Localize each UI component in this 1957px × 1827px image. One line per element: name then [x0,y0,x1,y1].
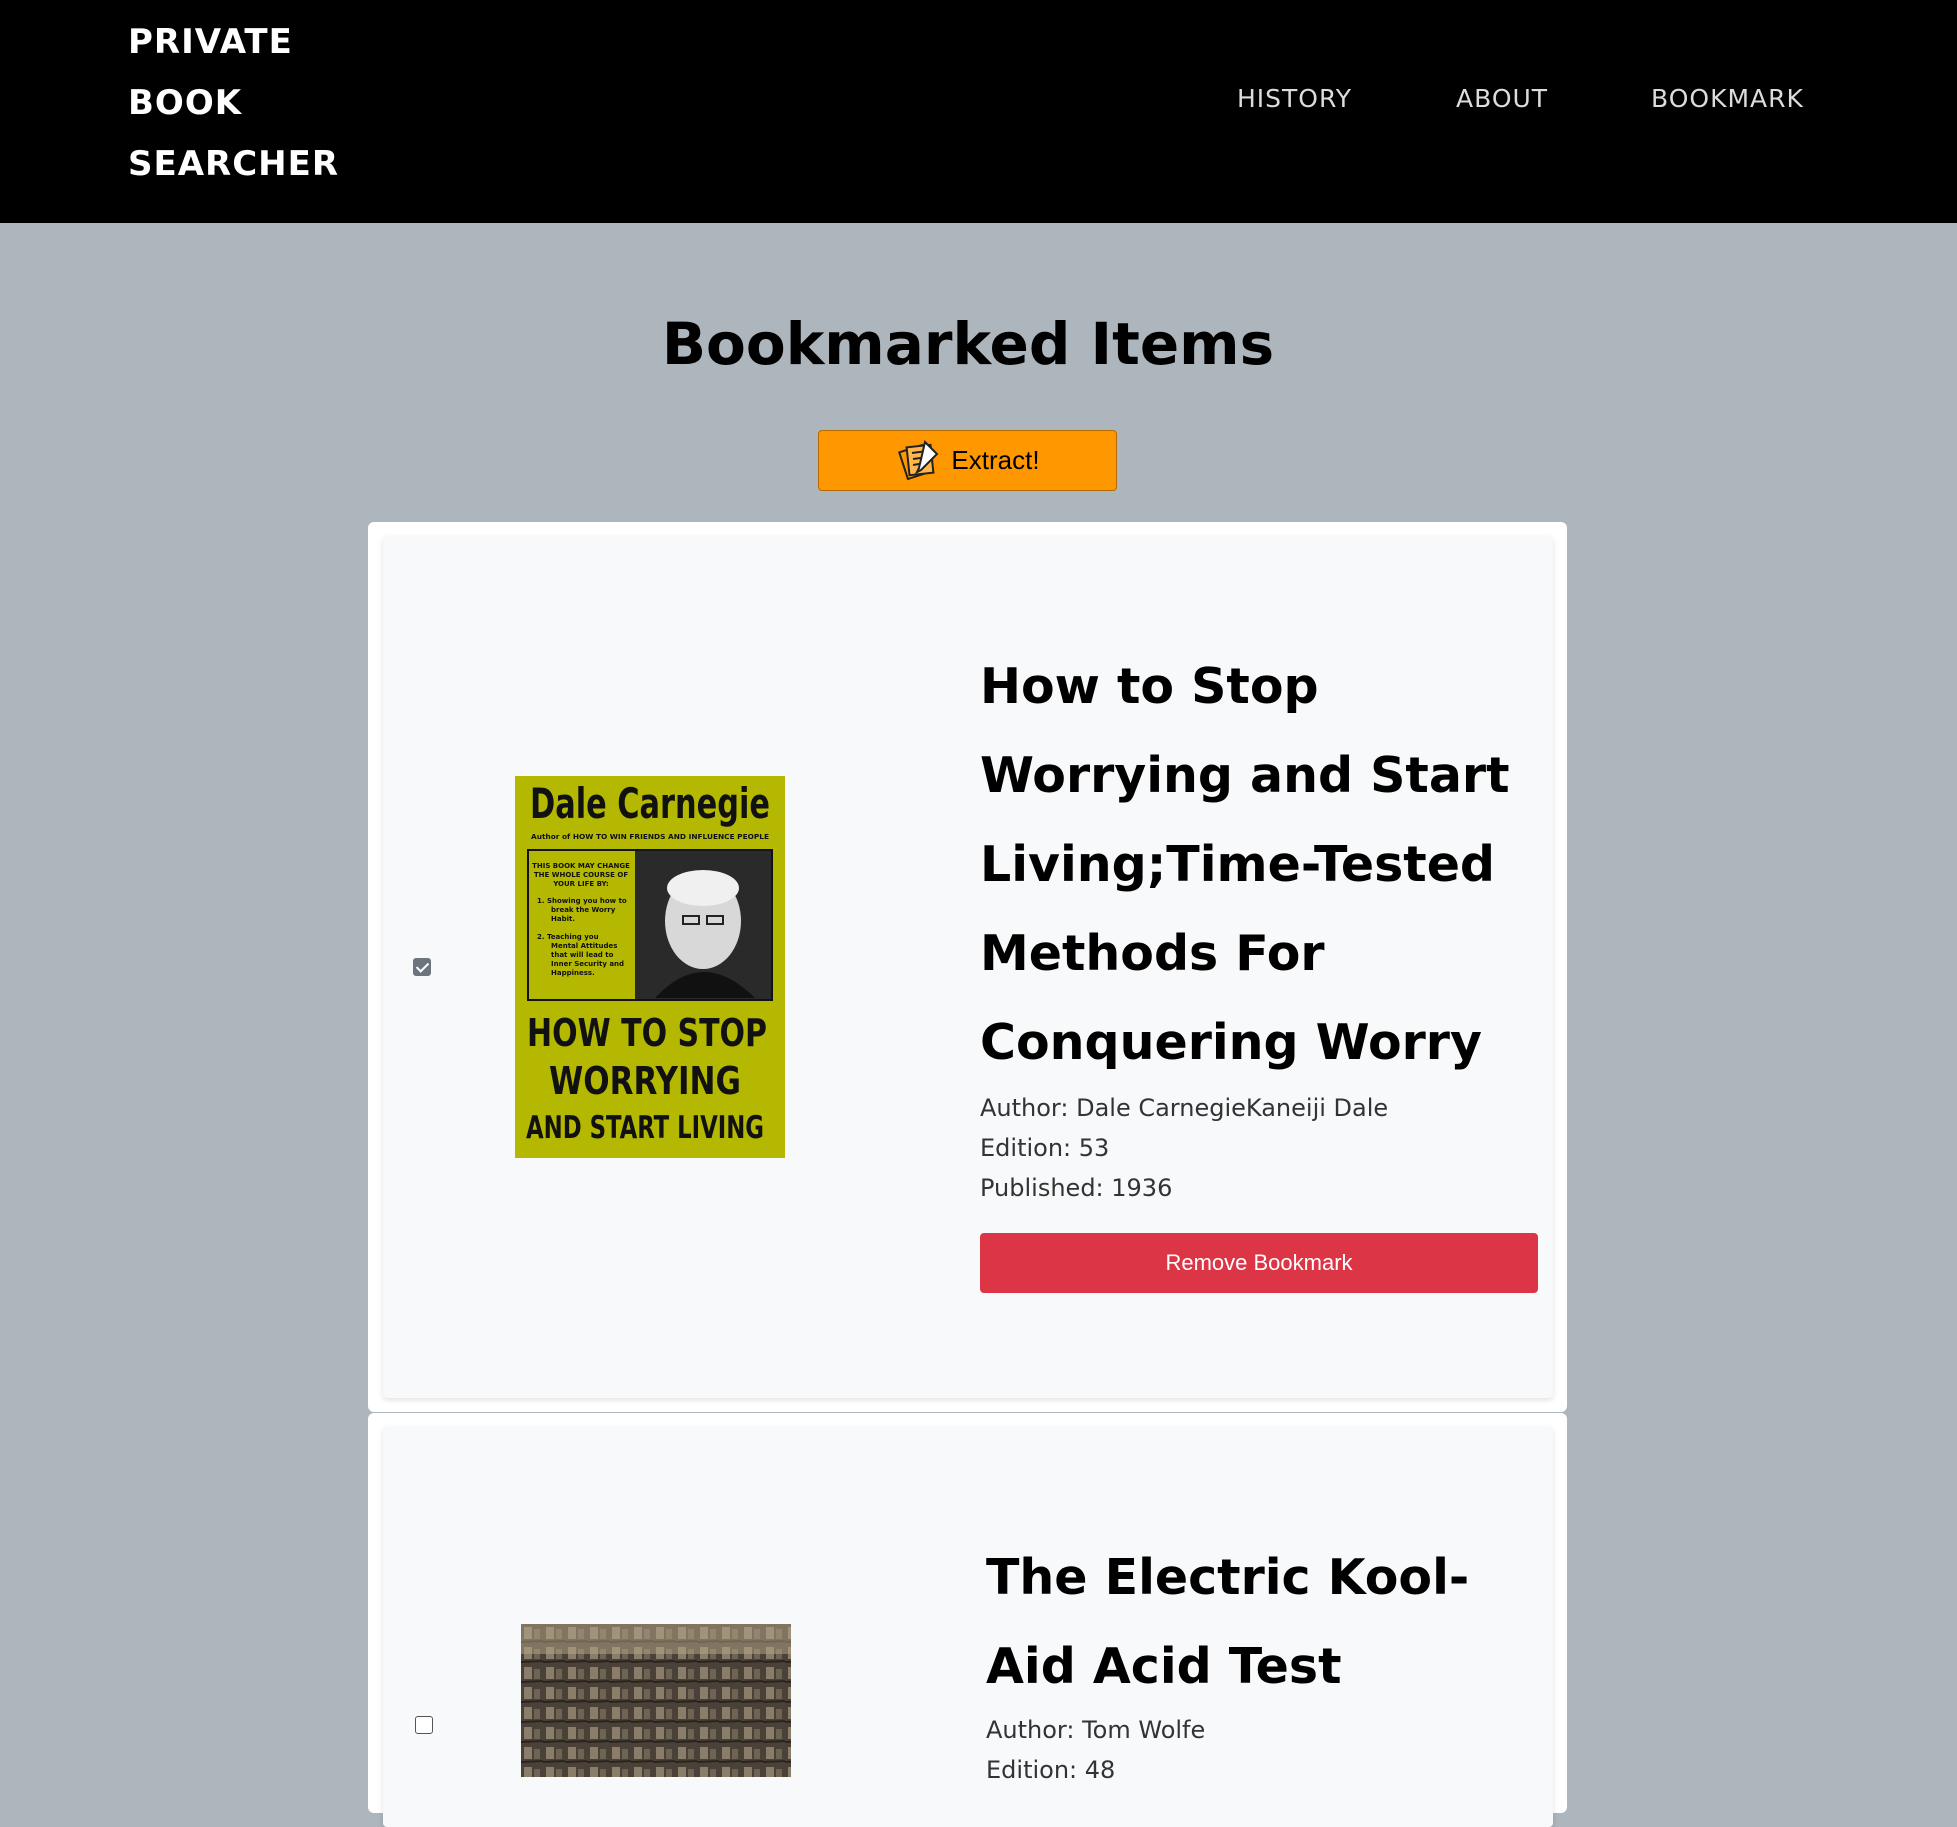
cover-title-line: AND START LIVING [526,1110,764,1146]
cover-author: Dale Carnegie [530,779,770,828]
cover-blurb-line: THE WHOLE COURSE OF [534,871,628,879]
cover-blurb-line: Habit. [551,915,575,923]
cover-blurb-line: 2. Teaching you [537,933,599,941]
brand-line: BOOK [128,83,243,123]
book-title: How to Stop Worrying and Start Living;Ti… [980,658,1510,1071]
extract-label: Extract! [951,445,1040,475]
extract-icon [898,439,939,480]
cover-blurb-line: YOUR LIFE BY: [552,880,609,888]
book-edition: Edition: 48 [986,1756,1116,1784]
brand-line: SEARCHER [128,144,340,184]
cover-title-line: WORRYING [549,1059,741,1103]
nav-link-about[interactable]: ABOUT [1456,84,1548,113]
book-author: Author: Tom Wolfe [986,1716,1206,1744]
cover-subtitle: Author of HOW TO WIN FRIENDS AND INFLUEN… [531,833,769,841]
cover-blurb-line: THIS BOOK MAY CHANGE [532,862,630,870]
nav-link-bookmark[interactable]: BOOKMARK [1651,84,1804,113]
book-title: The Electric Kool-Aid Acid Test [986,1549,1470,1695]
cover-blurb-line: that will lead to [551,951,614,959]
remove-bookmark-button[interactable]: Remove Bookmark [980,1233,1538,1293]
brand-line: PRIVATE [128,22,293,62]
cover-blurb-line: Inner Security and [551,960,624,968]
book-edition: Edition: 53 [980,1134,1110,1162]
brand-logo[interactable]: PRIVATE BOOK SEARCHER [128,12,339,195]
cover-blurb-line: break the Worry [551,906,616,914]
nav-link-history[interactable]: HISTORY [1237,84,1352,113]
book-cover-image: Dale Carnegie Author of HOW TO WIN FRIEN… [515,776,785,1158]
cover-blurb-line: 1. Showing you how to [537,897,627,905]
book-cover-image [521,1624,791,1777]
select-checkbox[interactable] [413,958,431,976]
book-author: Author: Dale CarnegieKaneiji Dale [980,1094,1389,1122]
cover-title-line: HOW TO STOP [527,1011,767,1055]
page-title: Bookmarked Items [661,310,1275,378]
book-published: Published: 1936 [980,1174,1173,1202]
cover-blurb-line: Happiness. [551,969,595,977]
cover-blurb-line: Mental Attitudes [551,942,617,950]
navbar: PRIVATE BOOK SEARCHER HISTORY ABOUT BOOK… [0,0,1957,223]
extract-button[interactable]: Extract! [818,430,1117,491]
select-checkbox[interactable] [415,1716,433,1734]
